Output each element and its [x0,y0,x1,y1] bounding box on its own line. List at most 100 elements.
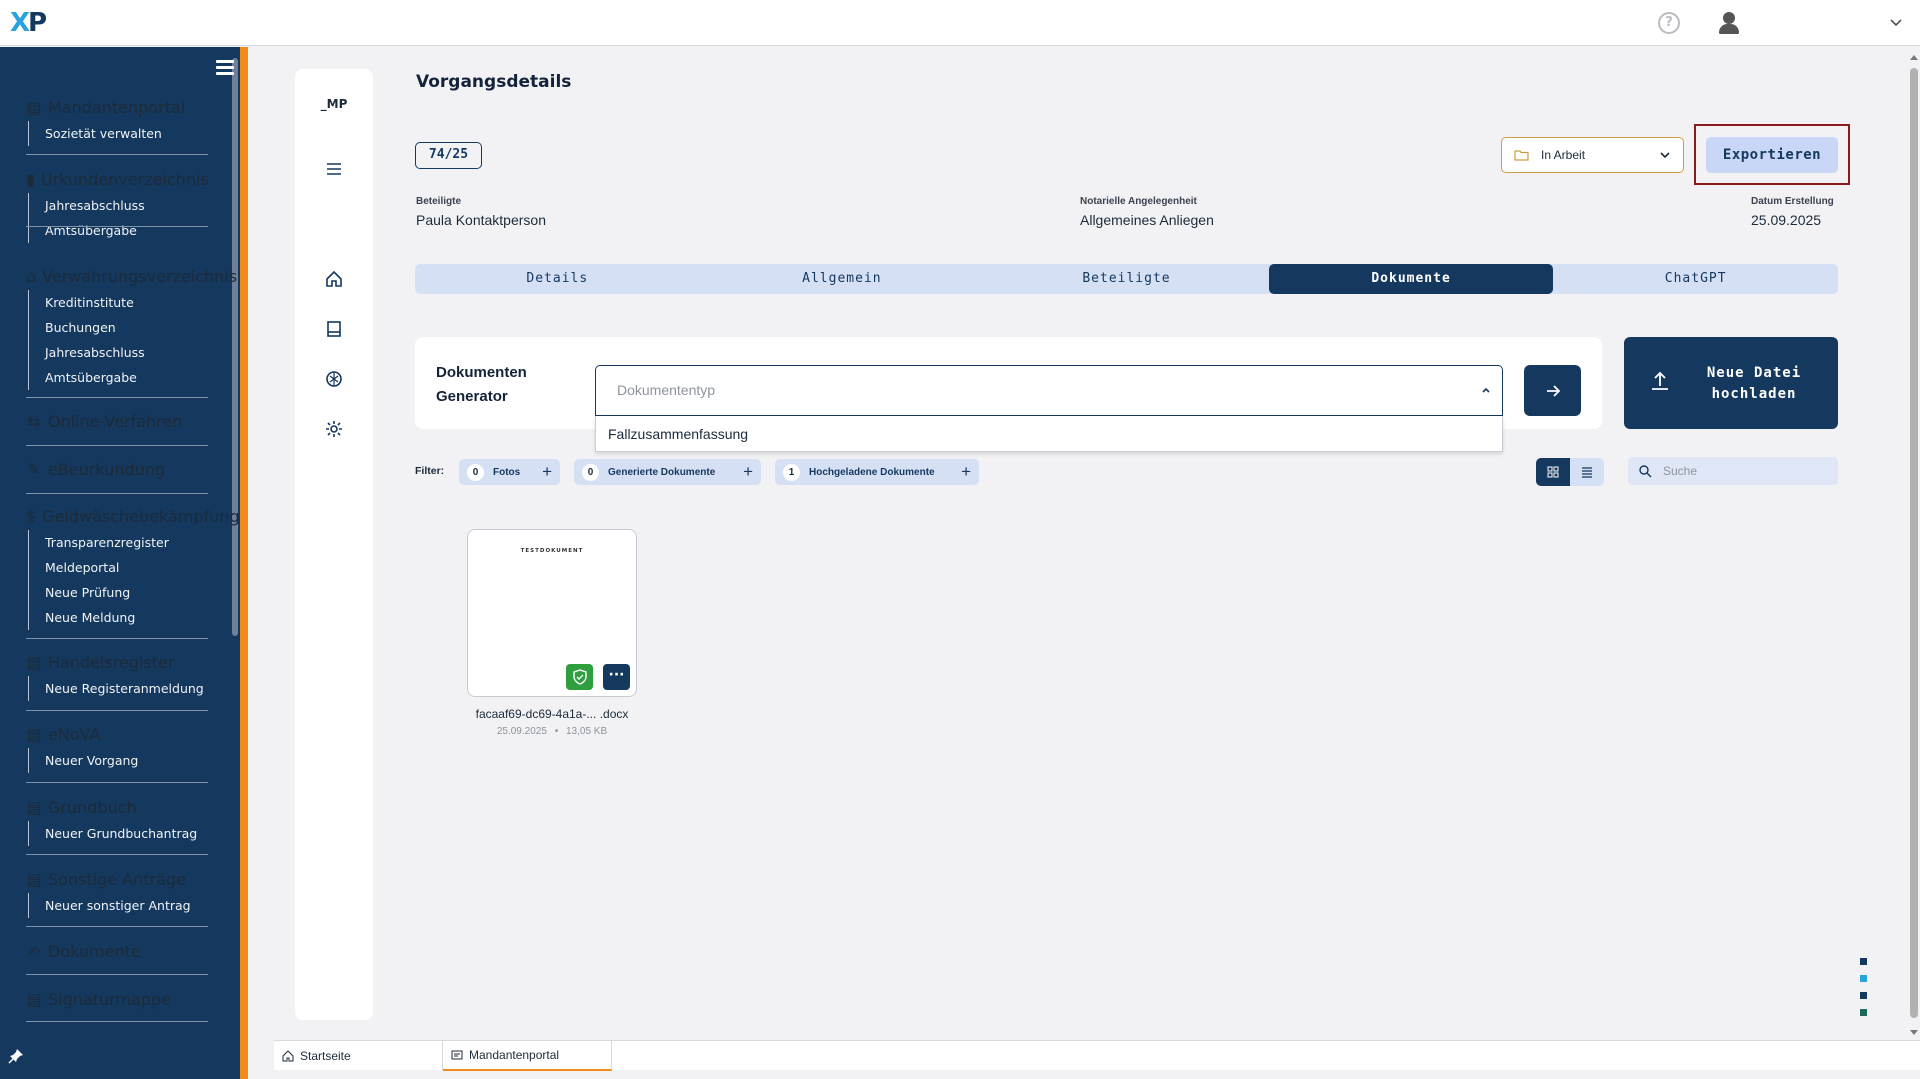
home-icon[interactable] [324,269,344,289]
chatgpt-icon[interactable] [324,369,344,389]
menu-icon[interactable] [216,60,234,76]
arrow-right-icon [1546,384,1560,397]
sidebar-subitem[interactable]: Neuer sonstiger Antrag [45,893,208,918]
upload-file-button[interactable]: Neue Datei hochladen [1624,337,1838,429]
export-button[interactable]: Exportieren [1706,137,1838,173]
tab-beteiligte[interactable]: Beteiligte [984,264,1269,294]
status-value: In Arbeit [1541,148,1586,162]
sidebar-group-sonstige-anträge: ▤ Sonstige Anträge Neuer sonstiger Antrag [26,868,208,918]
sidebar-item-enova[interactable]: ▤ eNoVA [26,723,208,745]
help-icon[interactable]: ? [1658,12,1680,34]
filter-chip-label: Generierte Dokumente [608,466,716,478]
dropdown-option-fallzusammenfassung[interactable]: Fallzusammenfassung [608,426,748,442]
filter-count: 0 [582,463,599,481]
filter-chip-hochgeladene-dokumente[interactable]: 1 Hochgeladene Dokumente + [775,459,979,485]
beteiligte-value: Paula Kontaktperson [416,212,546,228]
sidebar-subitem[interactable]: Neuer Grundbuchantrag [45,821,208,846]
sidebar-item-label: eNoVA [48,724,101,744]
tab-details[interactable]: Details [415,264,700,294]
upload-label: Neue Datei hochladen [1706,365,1802,402]
status-select[interactable]: In Arbeit [1501,137,1684,173]
filter-label: Filter: [415,465,445,477]
search-icon [1639,465,1652,478]
settings-icon[interactable] [324,419,344,439]
sidebar-divider [26,854,208,855]
enova-icon: ▤ [26,724,42,744]
tab-chatgpt[interactable]: ChatGPT [1553,264,1838,294]
pin-icon[interactable] [8,1048,24,1064]
sidebar-item-dokumente[interactable]: ✍ Dokumente [26,940,208,962]
sidebar-item-mandantenportal[interactable]: ▤ Mandantenportal [26,96,208,118]
sidebar-subitem[interactable]: Kreditinstitute [45,290,208,315]
icon-rail: _MP [295,69,373,1020]
sidebar-subitem[interactable]: Transparenzregister [45,530,208,555]
sidebar-subitem[interactable]: Amtsübergabe [45,365,208,390]
sidebar-item-signaturmappe[interactable]: ▤ Signaturmappe [26,988,208,1010]
sidebar-divider [26,926,208,927]
forms-icon: ▤ [26,869,42,889]
sidebar-scrollbar[interactable] [232,58,238,636]
grid-view-toggle[interactable] [1536,458,1570,486]
verified-shield-icon[interactable] [566,664,593,690]
generate-button[interactable] [1524,365,1581,416]
sidebar-item-label: eBeurkundung [48,459,166,479]
tab-allgemein[interactable]: Allgemein [700,264,985,294]
sidebar-subitem[interactable]: Neuer Vorgang [45,748,208,773]
rail-label: _MP [320,97,348,111]
bottom-tab-mandantenportal[interactable]: Mandantenportal [443,1041,612,1071]
sidebar-item-geldwäschebekämpfung[interactable]: $ Geldwäschebekämpfung [26,505,240,527]
bottom-tab-startseite[interactable]: Startseite [274,1041,443,1071]
sidebar-item-verwahrungsverzeichnis[interactable]: ⌂ Verwahrungsverzeichnis [26,265,237,287]
sidebar-subitem[interactable]: Sozietät verwalten [45,121,208,146]
tab-dokumente[interactable]: Dokumente [1268,264,1554,294]
sidebar-subitem[interactable]: Buchungen [45,315,208,340]
sidebar-divider [26,974,208,975]
sidebar-subitem[interactable]: Neue Prüfung [45,580,208,605]
app-logo[interactable]: XP [10,8,47,38]
home-icon [282,1050,294,1062]
filter-chip-generierte-dokumente[interactable]: 0 Generierte Dokumente + [574,459,761,485]
sidebar-subitem[interactable]: Neue Registeranmeldung [45,676,208,701]
user-icon[interactable] [1718,10,1740,36]
sidebar-divider [26,493,208,494]
sidebar-item-ebeurkundung[interactable]: ✎ eBeurkundung [26,458,208,480]
bank-icon: ⌂ [26,266,37,286]
menu-icon[interactable] [324,159,344,179]
sidebar-subitem[interactable]: Amtsübergabe [45,218,208,243]
list-view-toggle[interactable] [1570,458,1604,486]
sidebar-item-handelsregister[interactable]: ▤ Handelsregister [26,651,208,673]
chevron-up-icon [1482,387,1490,393]
sidebar-item-sonstige-anträge[interactable]: ▤ Sonstige Anträge [26,868,208,890]
sidebar-subitem[interactable]: Neue Meldung [45,605,208,630]
add-filter-icon[interactable]: + [542,462,552,482]
sidebar-accent-bar [240,47,248,1079]
add-filter-icon[interactable]: + [961,462,971,482]
page-scrollbar[interactable] [1908,52,1920,1038]
case-number-badge: 74/25 [415,142,482,169]
filter-chip-label: Hochgeladene Dokumente [809,466,935,478]
document-card[interactable]: TESTDOKUMENT ··· [467,529,637,697]
sidebar-subitem[interactable]: Jahresabschluss [45,193,208,218]
sidebar-item-online-verfahren[interactable]: ⇆ Online-Verfahren [26,410,208,432]
document-type-select[interactable]: Dokumententyp [595,365,1503,416]
sidebar-subitem[interactable]: Jahresabschluss [45,340,208,365]
filter-chip-fotos[interactable]: 0 Fotos + [459,459,560,485]
filter-chip-label: Fotos [493,466,521,478]
search-input[interactable]: Suche [1628,457,1838,485]
sidebar-divider [26,154,208,155]
more-options-icon[interactable]: ··· [603,664,630,690]
sidebar-divider [26,445,208,446]
sidebar-subitem[interactable]: Meldeportal [45,555,208,580]
sidebar-item-grundbuch[interactable]: ▤ Grundbuch [26,796,208,818]
tab-bar: Details Allgemein Beteiligte Dokumente ChatG… [415,264,1838,294]
sidebar-item-urkundenverzeichnis[interactable]: ▮ Urkundenverzeichnis [26,168,209,190]
sidebar-item-label: Grundbuch [48,797,137,817]
chevron-down-icon[interactable] [1886,12,1906,32]
sidebar-item-label: Geldwäschebekämpfung [42,506,240,526]
bottom-tab-bar: Startseite Mandantenportal [274,1040,1920,1071]
book-icon[interactable] [324,319,344,339]
sidebar-item-label: Handelsregister [48,652,175,672]
sidebar-item-label: Online-Verfahren [48,411,183,431]
filter-count: 0 [467,463,484,481]
add-filter-icon[interactable]: + [743,462,753,482]
